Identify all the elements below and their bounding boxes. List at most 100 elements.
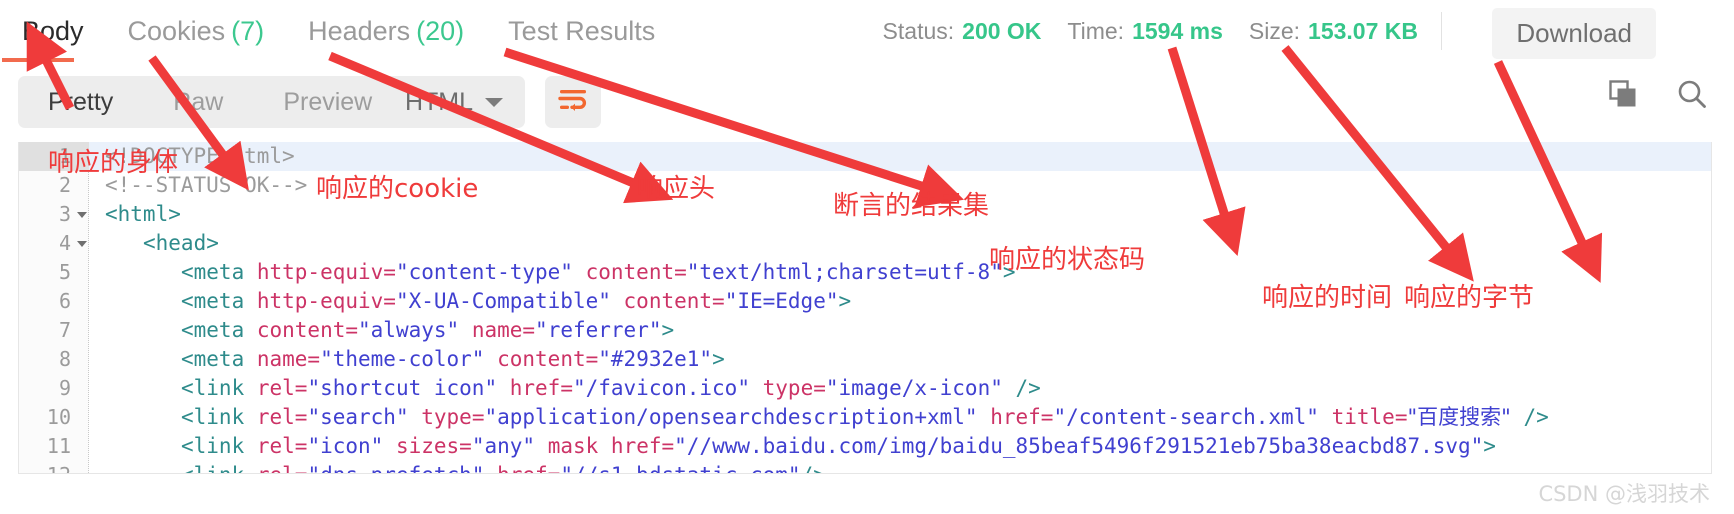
annotation-body-note: 响应的身体 — [48, 148, 179, 178]
code-token: > — [838, 289, 852, 313]
tab-body[interactable]: Body — [0, 0, 106, 62]
code-line: 12 <link rel="dns-prefetch" href="//s1.bd… — [19, 461, 1711, 473]
size-value: 153.07 KB — [1308, 17, 1418, 44]
code-token: "#2932e1" — [598, 347, 713, 371]
view-mode-pretty[interactable]: Pretty — [18, 76, 143, 128]
size-field: Size: 153.07 KB — [1249, 18, 1418, 45]
toolbar-divider — [1441, 12, 1442, 50]
search-icon[interactable] — [1676, 78, 1708, 115]
response-tab-bar: Body Cookies (7) Headers (20) Test Results St… — [0, 0, 1734, 62]
code-line: 1 <!DOCTYPE html> — [19, 142, 1711, 171]
time-value: 1594 ms — [1132, 17, 1223, 44]
code-token: "theme-color" — [320, 347, 485, 371]
code-token: <meta — [181, 260, 257, 284]
code-text: <meta content="always" name="referrer"> — [105, 316, 674, 345]
fold-toggle-icon[interactable] — [77, 212, 87, 218]
body-toolbar: Pretty Raw Preview HTML — [0, 76, 1734, 132]
code-token: name= — [471, 318, 536, 342]
code-token: "always" — [358, 318, 460, 342]
code-token: /> — [1510, 405, 1549, 429]
view-mode-preview[interactable]: Preview — [253, 76, 402, 128]
tab-label: Test Results — [508, 16, 656, 46]
code-token: href= — [509, 376, 573, 400]
code-token: "/content-search.xml" — [1053, 405, 1319, 429]
body-tools — [1608, 78, 1708, 115]
code-line: 10 <link rel="search" type="application/o… — [19, 403, 1711, 432]
code-token: "//s1.bdstatic.com" — [560, 463, 800, 473]
word-wrap-button[interactable] — [545, 76, 601, 128]
code-line: 9 <link rel="shortcut icon" href="/favico… — [19, 374, 1711, 403]
code-token: type= — [762, 376, 826, 400]
response-tabs: Body Cookies (7) Headers (20) Test Results — [0, 0, 677, 62]
annotation-bytes-note: 响应的字节 — [1404, 283, 1535, 313]
annotation-time-note: 响应的时间 — [1262, 283, 1393, 313]
line-number: 12 — [19, 461, 71, 473]
annotation-assert-note: 断言的结果集 — [833, 191, 990, 221]
code-token: <link — [181, 434, 257, 458]
code-token: /> — [1002, 376, 1041, 400]
code-token: /> — [801, 463, 826, 473]
code-text: <html> — [105, 200, 181, 229]
line-number: 4 — [58, 231, 71, 255]
code-token: <meta — [181, 347, 257, 371]
code-token: > — [661, 318, 675, 342]
time-field: Time: 1594 ms — [1067, 18, 1222, 45]
code-text: <head> — [105, 229, 219, 258]
code-token: rel= — [256, 405, 308, 429]
annotation-statuscode-note: 响应的状态码 — [989, 245, 1146, 275]
code-token: title= — [1331, 405, 1408, 429]
active-tab-underline — [2, 58, 74, 62]
code-token: "referrer" — [535, 318, 662, 342]
code-token: href= — [610, 434, 675, 458]
code-line: 11 <link rel="icon" sizes="any" mask href… — [19, 432, 1711, 461]
code-token: > — [712, 347, 725, 371]
code-token: rel= — [256, 376, 308, 400]
code-text: <meta name="theme-color" content="#2932e… — [105, 345, 725, 374]
code-token: <link — [181, 376, 257, 400]
line-number: 6 — [58, 289, 71, 313]
view-mode-raw[interactable]: Raw — [143, 76, 253, 128]
code-token: http-equiv= — [256, 289, 396, 313]
code-token: "X-UA-Compatible" — [395, 289, 611, 313]
code-token: "search" — [307, 405, 409, 429]
fold-toggle-icon[interactable] — [77, 241, 87, 247]
format-label: HTML — [404, 87, 474, 116]
line-number: 11 — [46, 434, 71, 458]
code-line: 4 <head> — [19, 229, 1711, 258]
line-number: 7 — [58, 318, 71, 342]
format-selector[interactable]: HTML — [383, 76, 525, 128]
code-text: <link rel="dns-prefetch" href="//s1.bdst… — [105, 461, 826, 473]
tab-label: Body — [22, 16, 84, 46]
code-token: <head> — [143, 231, 219, 255]
code-token: content= — [256, 318, 359, 342]
tab-headers[interactable]: Headers (20) — [286, 0, 486, 62]
code-token: rel= — [256, 434, 308, 458]
copy-icon[interactable] — [1608, 79, 1638, 114]
code-token: name= — [256, 347, 321, 371]
line-number: 9 — [58, 376, 71, 400]
tab-cookies[interactable]: Cookies (7) — [106, 0, 287, 62]
chevron-down-icon — [485, 97, 504, 107]
annotation-headers-note: 响应头 — [637, 174, 716, 204]
download-button[interactable]: Download — [1492, 8, 1656, 59]
code-token: <link — [181, 405, 257, 429]
code-token: "content-type" — [395, 260, 573, 284]
code-token: href= — [990, 405, 1054, 429]
tab-label: Headers — [308, 16, 411, 46]
view-mode-group: Pretty Raw Preview — [18, 76, 403, 128]
tab-test-results[interactable]: Test Results — [486, 0, 677, 62]
watermark: CSDN @浅羽技术 — [1538, 482, 1710, 506]
code-token: "image/x-icon" — [825, 376, 1003, 400]
code-token: http-equiv= — [256, 260, 396, 284]
code-token: "/favicon.ico" — [572, 376, 750, 400]
code-token: "shortcut icon" — [307, 376, 498, 400]
line-number: 5 — [58, 260, 71, 284]
code-token: <meta — [181, 289, 257, 313]
code-token: content= — [623, 289, 725, 313]
code-token: "any" — [471, 434, 536, 458]
